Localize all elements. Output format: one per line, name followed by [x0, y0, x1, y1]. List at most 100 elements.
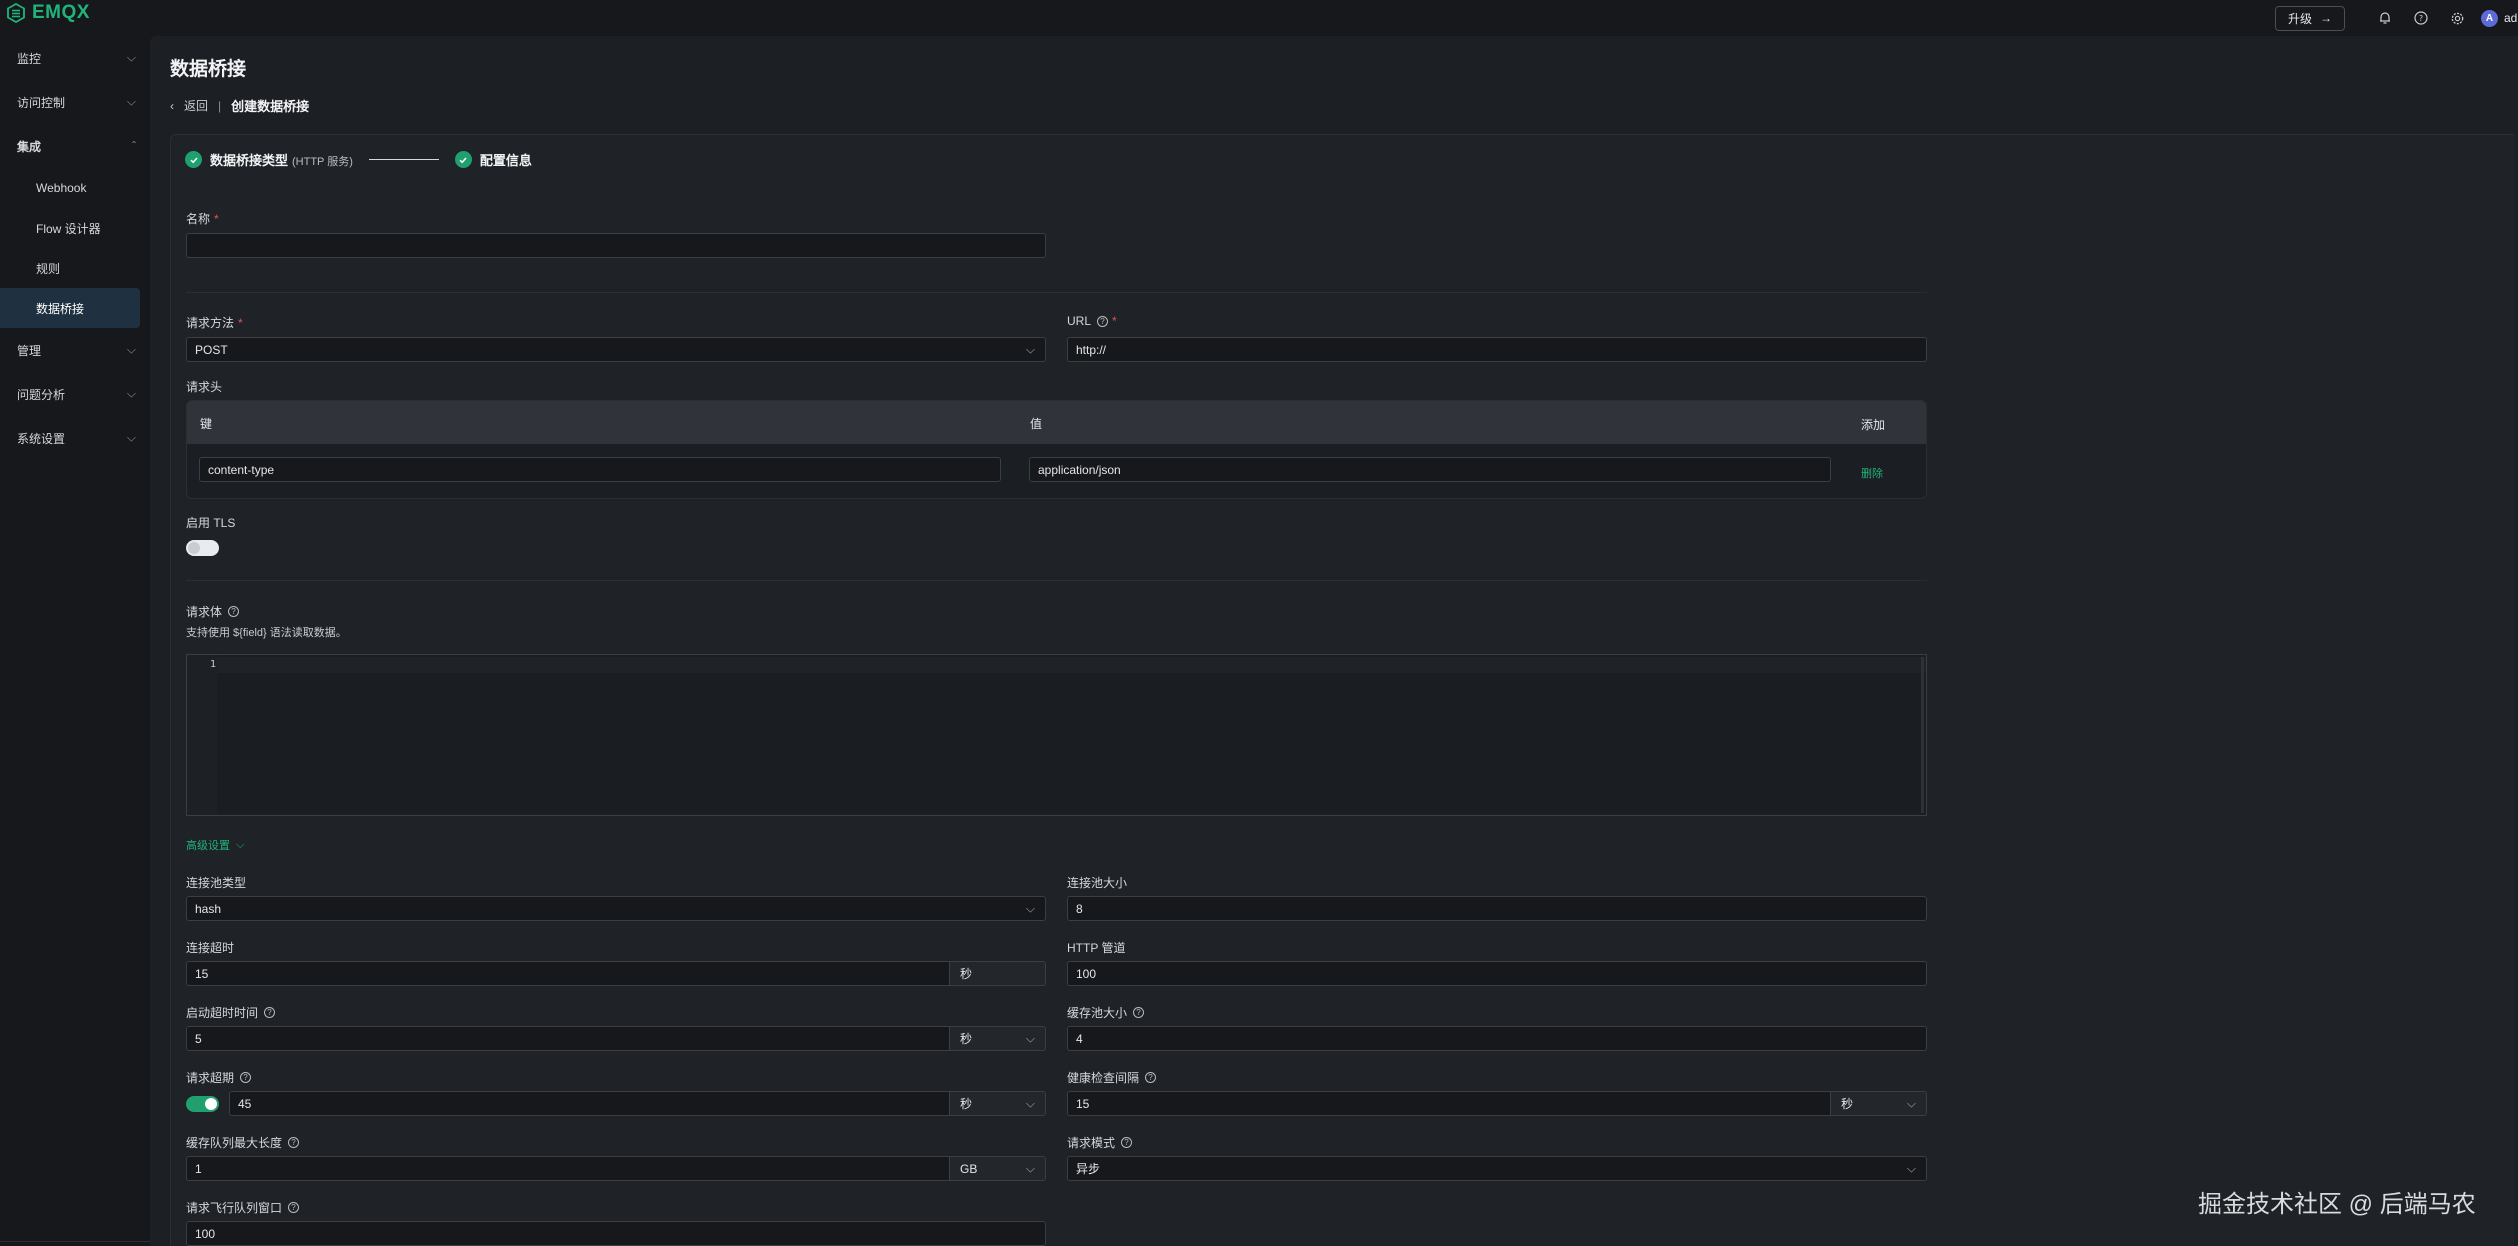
help-icon[interactable]: ? [264, 1007, 276, 1018]
help-icon[interactable]: ? [1097, 315, 1109, 327]
header-value-field[interactable]: application/json [1029, 457, 1831, 482]
start-timeout-label-text: 启动超时时间 [186, 1006, 259, 1020]
start-timeout-unit-select[interactable]: 秒 ⌵ [949, 1026, 1046, 1051]
chevron-down-icon: ⌵ [1025, 1161, 1035, 1175]
method-label: 请求方法 * [186, 314, 243, 331]
chevron-down-icon: ⌵ [1025, 342, 1035, 356]
name-label: 名称 * [186, 210, 219, 227]
queue-max-unit-select[interactable]: GB ⌵ [949, 1156, 1046, 1181]
health-check-label: 健康检查间隔? [1067, 1069, 1157, 1086]
chevron-left-icon: ‹ [170, 98, 174, 113]
request-ttl-unit-select[interactable]: 秒 ⌵ [949, 1091, 1046, 1116]
method-select[interactable]: POST ⌵ [186, 337, 1046, 362]
name-field[interactable] [186, 233, 1046, 258]
header-key-field[interactable]: content-type [199, 457, 1001, 482]
delete-header-button[interactable]: 删除 [1861, 465, 1883, 481]
health-check-field[interactable]: 15 [1067, 1091, 1831, 1116]
step-1-label: 数据桥接类型 (HTTP 服务) [210, 150, 353, 169]
tls-label: 启用 TLS [186, 516, 236, 530]
help-icon[interactable]: ? [240, 1072, 252, 1083]
body-label-text: 请求体 [186, 605, 223, 619]
chevron-down-icon: ⌵ [1025, 1031, 1035, 1045]
value-column-header: 值 [1030, 417, 1043, 431]
help-circle-icon[interactable]: ? [2403, 0, 2439, 36]
chevron-down-icon: ⌵ [126, 430, 136, 445]
sidebar-item-data-bridge[interactable]: 数据桥接 [0, 288, 140, 328]
svg-text:?: ? [2419, 14, 2423, 23]
gear-icon[interactable] [2439, 0, 2475, 36]
advanced-settings-toggle[interactable]: 高级设置 ⌵ [186, 837, 244, 853]
sidebar-item-diagnostics[interactable]: 问题分析 ⌵ [0, 372, 150, 416]
queue-max-label-text: 缓存队列最大长度 [186, 1136, 283, 1150]
page-scrollbar[interactable] [2514, 36, 2518, 1246]
chevron-down-icon: ⌵ [236, 838, 245, 851]
pool-size-label: 连接池大小 [1067, 876, 1128, 890]
pool-size-field[interactable]: 8 [1067, 896, 1927, 921]
chevron-down-icon: ⌵ [1025, 1096, 1035, 1110]
sidebar-sub-label: Webhook [36, 181, 87, 195]
bell-icon[interactable] [2367, 0, 2403, 36]
chevron-down-icon: ⌵ [1025, 901, 1035, 915]
user-menu[interactable]: A admin [2481, 9, 2518, 27]
check-icon [454, 151, 472, 168]
help-icon[interactable]: ? [288, 1137, 300, 1148]
sidebar-item-management[interactable]: 管理 ⌵ [0, 328, 150, 372]
sidebar-item-system-settings[interactable]: 系统设置 ⌵ [0, 416, 150, 460]
inflight-label: 请求飞行队列窗口? [186, 1199, 300, 1216]
back-link[interactable]: ‹ 返回 [170, 97, 208, 114]
help-icon[interactable]: ? [1121, 1137, 1133, 1148]
request-ttl-unit: 秒 [960, 1097, 973, 1111]
body-code-editor[interactable]: 1 [186, 654, 1927, 816]
start-timeout-field[interactable]: 5 [186, 1026, 950, 1051]
inflight-field[interactable]: 100 [186, 1221, 1046, 1246]
url-label: URL? * [1067, 314, 1117, 328]
sidebar-item-flow-designer[interactable]: Flow 设计器 [0, 208, 150, 248]
request-ttl-toggle[interactable] [186, 1096, 219, 1112]
breadcrumb-current: 创建数据桥接 [231, 99, 310, 114]
main-content: 数据桥接 ‹ 返回 | 创建数据桥接 [150, 36, 2518, 1246]
url-field[interactable]: http:// [1067, 337, 1927, 362]
chevron-down-icon: ⌵ [126, 342, 136, 357]
headers-table: 键 值 添加 content-type application/json 删除 [186, 400, 1927, 499]
breadcrumb-separator: | [218, 98, 222, 113]
pool-type-value: hash [195, 901, 222, 916]
request-ttl-field[interactable]: 45 [229, 1091, 950, 1116]
request-ttl-label-text: 请求超期 [186, 1071, 235, 1085]
buffer-pool-label-text: 缓存池大小 [1067, 1006, 1128, 1020]
steps-indicator: 数据桥接类型 (HTTP 服务) 配置信息 [185, 150, 532, 169]
upgrade-label: 升级 [2287, 11, 2312, 26]
sidebar-item-webhook[interactable]: Webhook [0, 168, 150, 208]
sidebar-item-access-control[interactable]: 访问控制 ⌵ [0, 80, 150, 124]
query-mode-select[interactable]: 异步 ⌵ [1067, 1156, 1927, 1181]
section-divider [186, 292, 1927, 293]
method-value: POST [195, 342, 228, 357]
editor-scrollbar[interactable] [1921, 657, 1924, 813]
help-icon[interactable]: ? [1133, 1007, 1145, 1018]
connect-timeout-field[interactable]: 15 [186, 961, 950, 986]
health-check-unit: 秒 [1841, 1097, 1854, 1111]
chevron-down-icon: ⌵ [1906, 1096, 1916, 1110]
help-icon[interactable]: ? [228, 606, 240, 617]
logo-text: EMQX [32, 2, 90, 23]
help-icon[interactable]: ? [1145, 1072, 1157, 1083]
query-mode-value: 异步 [1076, 1162, 1101, 1176]
http-pipeline-field[interactable]: 100 [1067, 961, 1927, 986]
add-header-button[interactable]: 添加 [1861, 416, 1885, 433]
queue-max-field[interactable]: 1 [186, 1156, 950, 1181]
sidebar-item-monitor[interactable]: 监控 ⌵ [0, 36, 150, 80]
emqx-logo[interactable]: EMQX [6, 2, 90, 24]
editor-current-line [217, 657, 1926, 673]
sidebar-item-integration[interactable]: 集成 ˆ [0, 124, 150, 168]
pool-type-select[interactable]: hash ⌵ [186, 896, 1046, 921]
upgrade-button[interactable]: 升级 → [2275, 5, 2345, 31]
help-icon[interactable]: ? [288, 1202, 300, 1213]
sidebar-item-rules[interactable]: 规则 [0, 248, 150, 288]
queue-max-label: 缓存队列最大长度? [186, 1134, 300, 1151]
step-connector [368, 159, 439, 160]
method-label-text: 请求方法 [186, 316, 235, 330]
buffer-pool-field[interactable]: 4 [1067, 1026, 1927, 1051]
query-mode-label: 请求模式? [1067, 1134, 1133, 1151]
tls-toggle[interactable] [186, 540, 219, 556]
health-check-unit-select[interactable]: 秒 ⌵ [1830, 1091, 1927, 1116]
query-mode-label-text: 请求模式 [1067, 1136, 1116, 1150]
